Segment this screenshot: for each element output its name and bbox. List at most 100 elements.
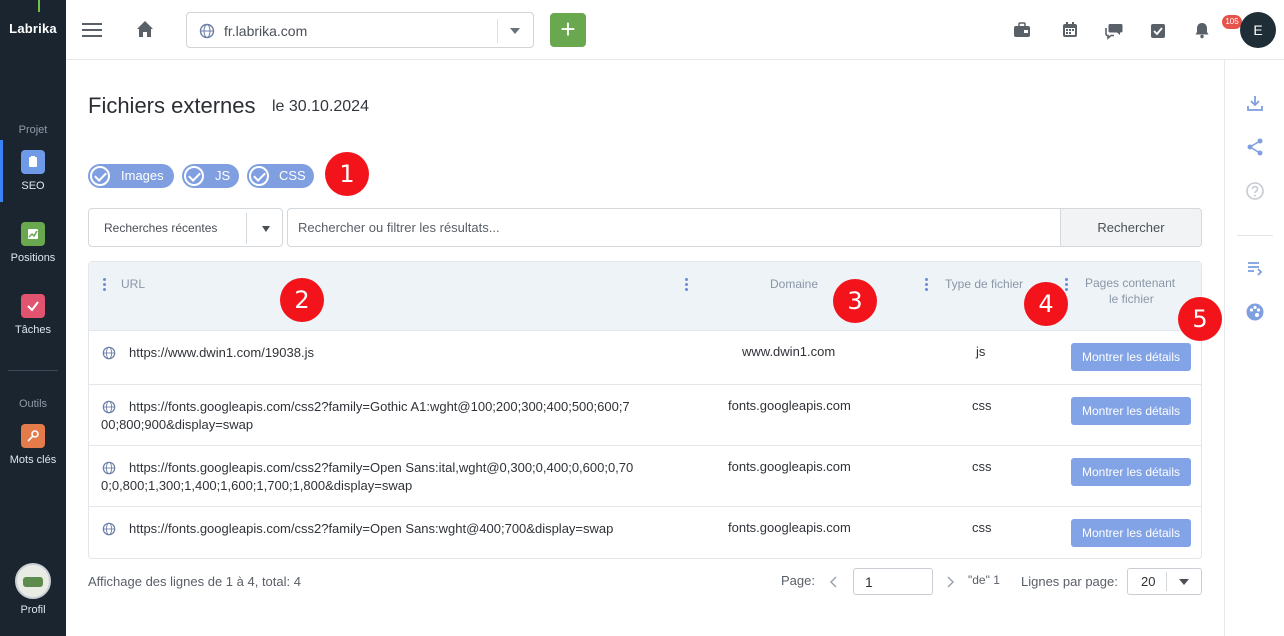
left-sidebar: Labrika Projet SEO Positions Tâches Outi… <box>0 0 66 636</box>
sidebar-item-label: SEO <box>21 180 45 192</box>
right-toolbar-divider <box>1237 235 1273 236</box>
caret-down-icon[interactable] <box>1179 579 1189 585</box>
url-cell-continued[interactable]: 00;800;900&display=swap <box>101 416 253 434</box>
column-header-domain[interactable]: Domaine <box>770 277 818 291</box>
domain-cell: www.dwin1.com <box>742 344 836 359</box>
column-menu-icon[interactable] <box>924 278 928 292</box>
page-number-input[interactable] <box>853 568 933 595</box>
sidebar-divider <box>8 370 58 371</box>
help-icon[interactable] <box>1245 181 1265 201</box>
tasks-icon[interactable] <box>1148 20 1168 40</box>
filter-chip-label: Images <box>121 168 164 183</box>
show-details-button[interactable]: Montrer les détails <box>1071 397 1191 425</box>
column-menu-icon[interactable] <box>102 278 106 292</box>
logo[interactable]: Labrika <box>0 0 66 60</box>
globe-icon <box>102 522 116 541</box>
download-icon[interactable] <box>1245 93 1265 113</box>
briefcase-icon[interactable] <box>1012 20 1032 40</box>
sidebar-item-seo[interactable]: SEO <box>0 140 66 202</box>
page-date: le 30.10.2024 <box>272 98 369 115</box>
page-title: Fichiers externes <box>88 93 256 118</box>
section-label-project: Projet <box>18 124 48 136</box>
rows-per-page-select[interactable]: 20 <box>1127 568 1202 595</box>
palette-icon[interactable] <box>1245 302 1265 322</box>
sidebar-item-label: Mots clés <box>9 454 57 466</box>
chevron-left-icon[interactable] <box>829 575 839 588</box>
search-input[interactable] <box>287 208 1061 247</box>
bell-icon[interactable] <box>1192 20 1212 40</box>
list-settings-icon[interactable] <box>1245 258 1265 278</box>
top-bar: fr.labrika.com + 105 E <box>66 0 1284 60</box>
search-button[interactable]: Rechercher <box>1060 208 1202 247</box>
logo-accent <box>38 0 40 12</box>
column-header-pages-line2: le fichier <box>1109 292 1154 306</box>
checkmark-icon <box>184 166 204 186</box>
filter-chip-label: JS <box>215 168 231 183</box>
rows-summary: Affichage des lignes de 1 à 4, total: 4 <box>88 574 301 589</box>
share-icon[interactable] <box>1245 137 1265 157</box>
column-header-url[interactable]: URL <box>121 277 145 291</box>
column-header-type[interactable]: Type de fichier <box>945 277 1023 291</box>
table-row: https://fonts.googleapis.com/css2?family… <box>89 384 1201 445</box>
hamburger-menu-icon[interactable] <box>82 20 102 40</box>
home-icon[interactable] <box>134 18 156 40</box>
recent-searches-select[interactable]: Recherches récentes <box>88 208 283 247</box>
domain-cell: fonts.googleapis.com <box>728 459 851 474</box>
logo-text: Labrika <box>9 21 57 36</box>
clipboard-icon <box>21 150 45 174</box>
url-cell[interactable]: https://fonts.googleapis.com/css2?family… <box>129 398 630 416</box>
column-menu-icon[interactable] <box>684 278 688 292</box>
chat-icon[interactable] <box>1104 20 1124 40</box>
filter-chip-js[interactable]: JS <box>182 164 239 188</box>
url-cell[interactable]: https://fonts.googleapis.com/css2?family… <box>129 520 613 538</box>
show-details-button[interactable]: Montrer les détails <box>1071 458 1191 486</box>
annotation-marker-2: 2 <box>280 278 324 322</box>
table-row: https://www.dwin1.com/19038.js www.dwin1… <box>89 331 1201 384</box>
section-label-tools: Outils <box>18 398 48 410</box>
url-cell[interactable]: https://www.dwin1.com/19038.js <box>129 344 314 362</box>
recent-searches-label: Recherches récentes <box>104 221 218 235</box>
rows-per-page-label: Lignes par page: <box>1021 574 1118 589</box>
rows-per-page-divider <box>1166 572 1167 591</box>
check-icon <box>21 294 45 318</box>
type-cell: js <box>976 344 986 359</box>
sidebar-item-positions[interactable]: Positions <box>0 212 66 274</box>
show-details-button[interactable]: Montrer les détails <box>1071 519 1191 547</box>
chevron-right-icon[interactable] <box>945 575 955 588</box>
checkmark-icon <box>90 166 110 186</box>
column-header-pages[interactable]: Pages contenant <box>1085 276 1175 290</box>
profile-label[interactable]: Profil <box>0 604 66 616</box>
sidebar-item-mots-cles[interactable]: Mots clés <box>0 414 66 476</box>
annotation-marker-3: 3 <box>833 279 877 323</box>
caret-down-icon[interactable] <box>262 226 270 232</box>
filter-chip-images[interactable]: Images <box>88 164 174 188</box>
sidebar-item-label: Positions <box>10 252 56 264</box>
checkmark-icon <box>249 166 269 186</box>
right-toolbar <box>1224 60 1284 636</box>
chevron-down-icon[interactable] <box>510 28 520 34</box>
sidebar-item-taches[interactable]: Tâches <box>0 284 66 346</box>
site-selector-value: fr.labrika.com <box>224 23 308 39</box>
column-menu-icon[interactable] <box>1064 278 1068 292</box>
user-avatar[interactable]: E <box>1240 12 1276 48</box>
filter-chip-label: CSS <box>279 168 306 183</box>
annotation-marker-5: 5 <box>1178 297 1222 341</box>
tasks-badge: 105 <box>1222 15 1242 29</box>
sidebar-item-label: Tâches <box>14 324 52 336</box>
filter-chip-css[interactable]: CSS <box>247 164 314 188</box>
key-icon <box>21 424 45 448</box>
annotation-marker-1: 1 <box>325 152 369 196</box>
profile-avatar[interactable] <box>15 563 51 599</box>
url-cell[interactable]: https://fonts.googleapis.com/css2?family… <box>129 459 633 477</box>
show-details-button[interactable]: Montrer les détails <box>1071 343 1191 371</box>
url-cell-continued[interactable]: 0;0,800;1,300;1,400;1,600;1,700;1,800&di… <box>101 477 412 495</box>
type-cell: css <box>972 459 992 474</box>
type-cell: css <box>972 520 992 535</box>
annotation-marker-4: 4 <box>1024 282 1068 326</box>
table-row: https://fonts.googleapis.com/css2?family… <box>89 506 1201 558</box>
globe-icon <box>199 23 215 44</box>
calendar-icon[interactable] <box>1060 20 1080 40</box>
page-label: Page: <box>781 573 815 588</box>
site-selector[interactable]: fr.labrika.com <box>186 12 534 48</box>
add-project-button[interactable]: + <box>550 13 586 47</box>
